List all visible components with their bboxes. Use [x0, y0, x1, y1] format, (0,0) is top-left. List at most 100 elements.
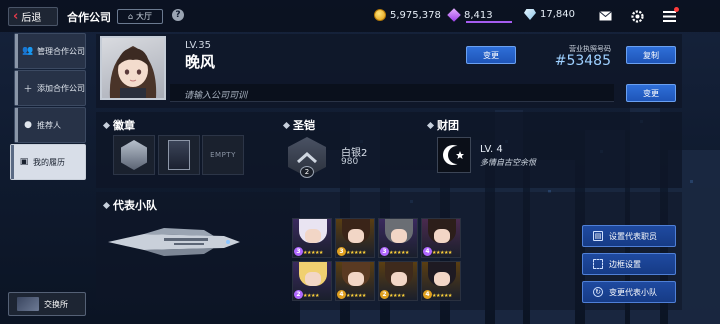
- coin-icon: [374, 9, 386, 21]
- member-level: 3: [294, 247, 303, 256]
- refresh-icon: ↻: [593, 287, 603, 297]
- frame-icon: [593, 259, 603, 269]
- page-title: 合作公司: [67, 11, 111, 24]
- back-label: 后退: [21, 13, 42, 24]
- sidebar-item-label: 添加合作公司: [37, 83, 85, 93]
- member-stars: ★★★★★: [346, 250, 366, 256]
- license-number: #53485: [554, 53, 611, 69]
- guild-emblem[interactable]: [437, 137, 471, 173]
- badge-slot-1[interactable]: [113, 135, 155, 175]
- character-face: [348, 272, 364, 286]
- sidebar-item-my-profile[interactable]: ▣ 我的履历: [10, 144, 86, 180]
- notification-dot: [674, 7, 679, 12]
- squad-member-card[interactable]: 4 ★★★★★: [421, 261, 461, 301]
- profile-card-icon: ▣: [19, 157, 29, 167]
- hall-label: 大厅: [136, 12, 153, 21]
- member-stars: ★★★★★: [303, 250, 323, 256]
- armor-points: 980: [341, 157, 359, 167]
- squad-member-card[interactable]: 2 ★★★★: [292, 261, 332, 301]
- gem-bar: [466, 21, 512, 23]
- trophy-icon: [168, 140, 190, 170]
- sidebar-item-manage-partners[interactable]: 👥 管理合作公司: [14, 33, 86, 69]
- diamond-bullet-icon: [282, 121, 291, 129]
- medal-icon: [121, 140, 147, 170]
- coin-counter[interactable]: 5,975,378: [374, 9, 441, 21]
- member-level: 3: [337, 247, 346, 256]
- frame-settings-button[interactable]: 边框设置: [582, 253, 676, 275]
- staff-icon: ▤: [593, 231, 603, 241]
- squad-member-card[interactable]: 4 ★★★★★: [335, 261, 375, 301]
- mail-icon[interactable]: [597, 8, 613, 24]
- member-level: 4: [423, 247, 432, 256]
- guild-level: LV. 4: [480, 144, 503, 155]
- exchange-button[interactable]: 交换所: [8, 292, 86, 316]
- squad-member-card[interactable]: 3 ★★★★★: [292, 218, 332, 258]
- badges-title: 徽章: [102, 117, 135, 133]
- badge-slot-3[interactable]: EMPTY: [202, 135, 244, 175]
- character-face: [305, 229, 321, 243]
- guild-title: 财团: [426, 117, 459, 133]
- sidebar-item-label: 推荐人: [37, 120, 61, 130]
- character-face: [391, 272, 407, 286]
- sidebar-item-label: 我的履历: [33, 157, 65, 167]
- squad-member-card[interactable]: 2 ★★★★: [378, 261, 418, 301]
- player-level: LV.35: [185, 40, 211, 51]
- exchange-label: 交换所: [44, 299, 68, 309]
- avatar[interactable]: [100, 36, 166, 100]
- member-level: 2: [380, 290, 389, 299]
- menu-icon[interactable]: [661, 7, 679, 24]
- change-name-button[interactable]: 变更: [466, 46, 516, 64]
- change-rep-squad-button[interactable]: ↻ 变更代表小队: [582, 281, 676, 303]
- character-face: [434, 272, 450, 286]
- member-stars: ★★★★★: [432, 293, 452, 299]
- sidebar-item-label: 管理合作公司: [37, 46, 85, 56]
- hall-button[interactable]: ⌂ 大厅: [117, 9, 163, 24]
- chevron-left-icon: ‹: [13, 9, 19, 24]
- top-bar: ‹ 后退 合作公司 ⌂ 大厅 ? 5,975,378 8,413 17,840: [0, 0, 720, 32]
- member-level: 2: [294, 290, 303, 299]
- armor-rank-level: 2: [300, 166, 314, 178]
- member-level: 4: [337, 290, 346, 299]
- player-name: 晚风: [185, 53, 216, 71]
- character-face: [434, 229, 450, 243]
- gem-icon: [447, 8, 461, 22]
- armor-title: 圣铠: [282, 117, 315, 133]
- squad-member-card[interactable]: 3 ★★★★★: [335, 218, 375, 258]
- copy-button[interactable]: 复制: [626, 46, 676, 64]
- home-icon: ⌂: [127, 12, 134, 21]
- diamond-amount: 17,840: [540, 9, 575, 20]
- member-stars: ★★★★★: [346, 293, 366, 299]
- exchange-icon: [17, 297, 39, 311]
- sidebar-item-add-partner[interactable]: ＋ 添加合作公司: [14, 70, 86, 106]
- gear-icon[interactable]: [629, 8, 645, 24]
- battleship-image: [108, 228, 240, 256]
- users-icon: 👥: [22, 46, 34, 56]
- help-icon[interactable]: ?: [172, 9, 184, 21]
- member-level: 3: [380, 247, 389, 256]
- diamond-counter[interactable]: 17,840: [524, 9, 575, 20]
- diamond-bullet-icon: [426, 121, 435, 129]
- member-stars: ★★★★: [303, 293, 319, 299]
- sidebar-item-referrer[interactable]: ● 推荐人: [14, 107, 86, 143]
- character-face: [348, 229, 364, 243]
- set-rep-staff-button[interactable]: ▤ 设置代表职员: [582, 225, 676, 247]
- guild-name: 多情自古空余恨: [480, 158, 536, 167]
- diamond-icon: [524, 9, 536, 20]
- person-icon: ●: [24, 120, 32, 130]
- squad-member-card[interactable]: 3 ★★★★★: [378, 218, 418, 258]
- motto-field[interactable]: 请输入公司司训: [170, 84, 614, 102]
- gem-counter[interactable]: 8,413: [447, 8, 493, 22]
- member-level: 4: [423, 290, 432, 299]
- squad-grid: 3 ★★★★★ 3 ★★★★★ 3 ★★★★★ 4 ★★★★★ 2 ★★★★ 4 ★★★★★ 2 ★★★★…: [292, 218, 464, 304]
- gem-amount: 8,413: [464, 9, 493, 21]
- squad-title: 代表小队: [102, 197, 157, 213]
- badge-slot-2[interactable]: [158, 135, 200, 175]
- diamond-bullet-icon: [102, 201, 111, 209]
- member-stars: ★★★★★: [389, 250, 409, 256]
- character-face: [305, 272, 321, 286]
- squad-member-card[interactable]: 4 ★★★★★: [421, 218, 461, 258]
- back-button[interactable]: ‹ 后退: [8, 7, 58, 26]
- add-user-icon: ＋: [23, 84, 33, 95]
- change-motto-button[interactable]: 变更: [626, 84, 676, 102]
- coin-amount: 5,975,378: [390, 9, 441, 21]
